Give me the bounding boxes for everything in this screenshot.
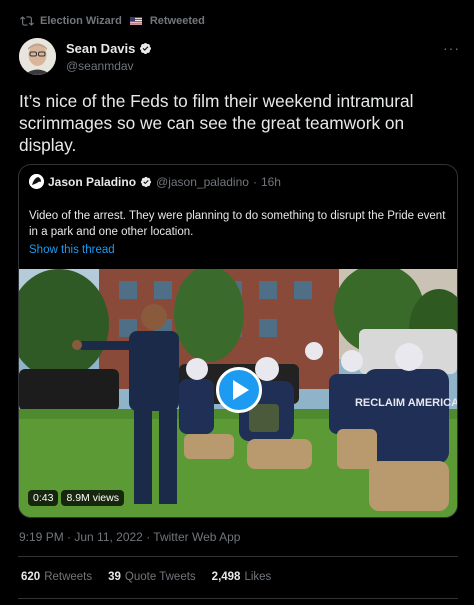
avatar[interactable] — [19, 38, 56, 75]
tweet-text: It’s nice of the Feds to film their week… — [19, 91, 414, 155]
retweeter-name[interactable]: Election Wizard — [40, 15, 122, 27]
verified-badge-icon — [140, 176, 152, 187]
quote-author-handle[interactable]: @jason_paladino — [156, 175, 249, 189]
us-flag-icon — [129, 17, 142, 25]
likes-count: 2,498 — [211, 571, 241, 583]
tweet-timestamp[interactable]: 9:19 PM · Jun 11, 2022 · Twitter Web App — [19, 530, 240, 544]
quote-dot-separator: · — [252, 174, 257, 189]
likes-stat[interactable]: 2,498 Likes — [212, 571, 272, 583]
retweeted-label: Retweeted — [149, 15, 205, 27]
quote-avatar[interactable] — [29, 174, 44, 189]
quoted-tweet[interactable]: Jason Paladino @jason_paladino · 16h Vid… — [18, 164, 458, 518]
quotes-label: Quote Tweets — [124, 571, 196, 583]
tweet-author[interactable]: Sean Davis @seanmdav — [19, 38, 152, 75]
play-button[interactable] — [216, 367, 262, 413]
play-icon — [233, 380, 249, 400]
more-options-icon[interactable]: ··· — [443, 40, 460, 56]
shirt-text: RECLAIM AMERICA — [355, 397, 457, 409]
tweet-stats: 620 Retweets 39 Quote Tweets 2,498 Likes — [21, 571, 271, 583]
video-player[interactable]: RECLAIM AMERICA 0:43 8.9M views — [19, 269, 457, 517]
retweets-count: 620 — [21, 571, 41, 583]
video-views: 8.9M views — [61, 490, 124, 506]
quotes-stat[interactable]: 39 Quote Tweets — [108, 571, 196, 583]
verified-badge-icon — [140, 42, 152, 54]
show-thread-link[interactable]: Show this thread — [29, 244, 115, 256]
likes-label: Likes — [244, 571, 272, 583]
author-handle[interactable]: @seanmdav — [66, 59, 152, 73]
divider — [18, 556, 458, 557]
retweets-label: Retweets — [44, 571, 93, 583]
retweet-icon — [20, 16, 34, 26]
divider — [18, 598, 458, 599]
author-name[interactable]: Sean Davis — [66, 41, 135, 56]
quote-text: Video of the arrest. They were planning … — [29, 210, 446, 238]
quotes-count: 39 — [108, 571, 121, 583]
quote-author-name[interactable]: Jason Paladino — [48, 175, 136, 189]
video-duration: 0:43 — [28, 490, 59, 506]
retweets-stat[interactable]: 620 Retweets — [21, 571, 92, 583]
retweet-indicator: Election Wizard Retweeted — [20, 12, 205, 30]
quote-timestamp[interactable]: 16h — [261, 175, 281, 189]
